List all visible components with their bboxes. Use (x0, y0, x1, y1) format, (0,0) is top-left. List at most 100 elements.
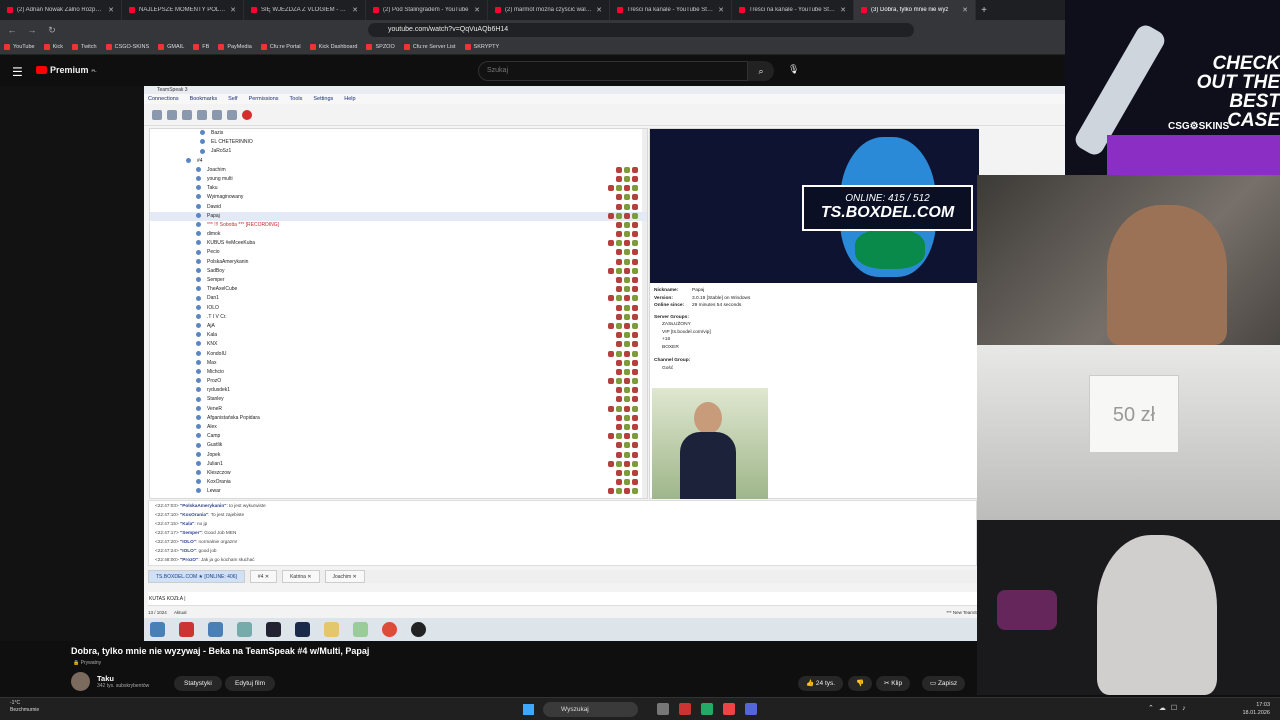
teamspeak-menu-item[interactable]: Connections (148, 94, 179, 104)
close-chat-icon[interactable]: ✕ (351, 574, 357, 580)
search-icon[interactable]: ⌕ (748, 61, 774, 81)
channel-tree-item[interactable]: AjA (150, 322, 647, 331)
channel-tree-item[interactable]: IOLO (150, 304, 647, 313)
bookmark-item[interactable]: SKRYPTY (464, 44, 499, 50)
bookmark-item[interactable]: Cfu:re Portal (260, 44, 301, 50)
clip-button[interactable]: ✂ Klip (876, 676, 911, 691)
channel-tree-item[interactable]: Jopek (150, 451, 647, 460)
channel-tree-item[interactable]: Kleszczow (150, 469, 647, 478)
channel-tree-item[interactable]: JaRoSz1 (150, 147, 647, 156)
channel-tree-item[interactable]: Dan1 (150, 294, 647, 303)
channel-tree-item[interactable]: Stanley (150, 395, 647, 404)
close-chat-icon[interactable]: ✕ (306, 574, 311, 580)
dislike-button[interactable]: 👎 (848, 676, 873, 691)
channel-tree-item[interactable]: Joachim (150, 166, 647, 175)
save-button[interactable]: ▭ Zapisz (922, 676, 966, 691)
app-icon[interactable] (745, 703, 757, 715)
browser-tab[interactable]: (2) marmot można czyścić walkiem ✕ (488, 0, 610, 20)
weather-widget[interactable]: -1°C Bezchmurnie (10, 700, 39, 714)
search-input[interactable]: Szukaj (478, 61, 748, 81)
menu-icon[interactable]: ☰ (12, 65, 23, 79)
close-tab-icon[interactable]: ✕ (596, 6, 602, 14)
bookmark-item[interactable]: FB (193, 44, 209, 50)
channel-tree-item[interactable]: Taku (150, 184, 647, 193)
channel-tree-item[interactable]: KUBUS #eMceeKuba (150, 239, 647, 248)
bookmark-item[interactable]: Kick (43, 44, 63, 50)
app-icon[interactable] (701, 703, 713, 715)
teamspeak-menu-item[interactable]: Self (228, 94, 237, 104)
channel-tree-item[interactable]: dimok (150, 230, 647, 239)
taskbar-search[interactable]: Wyszukaj (543, 702, 638, 717)
bookmark-item[interactable]: CSGO-SKINS (105, 44, 149, 50)
teamspeak-menu-item[interactable]: Bookmarks (190, 94, 218, 104)
chat-input[interactable]: KUTAS KOZŁA | (148, 592, 977, 606)
channel-tree-item[interactable]: ProzO (150, 377, 647, 386)
chat-tab[interactable]: #4 ✕ (249, 570, 278, 583)
channel-tree-item[interactable]: Camp (150, 432, 647, 441)
app-icon[interactable] (679, 703, 691, 715)
app-icon[interactable] (723, 703, 735, 715)
browser-tab[interactable]: Treści na kanale - YouTube Studio ✕ (732, 0, 854, 20)
channel-tree-item[interactable]: Pecio (150, 248, 647, 257)
teamspeak-menu-item[interactable]: Permissions (249, 94, 279, 104)
teamspeak-menu-item[interactable]: Settings (313, 94, 333, 104)
close-tab-icon[interactable]: ✕ (840, 6, 846, 14)
browser-tab[interactable]: (2) Pod Stalingradem - YouTube ✕ (366, 0, 488, 20)
channel-tree-item[interactable]: KondoIU (150, 350, 647, 359)
stats-button[interactable]: Statystyki (174, 676, 222, 691)
channel-tree-item[interactable]: #4 (150, 157, 647, 166)
reload-icon[interactable]: ↻ (44, 25, 60, 36)
channel-avatar[interactable] (71, 672, 90, 691)
channel-tree-item[interactable]: Gustlik (150, 441, 647, 450)
channel-tree-item[interactable]: Wyimaginowany (150, 193, 647, 202)
close-tab-icon[interactable]: ✕ (718, 6, 724, 14)
channel-tree-item[interactable]: Kala (150, 331, 647, 340)
channel-tree-item[interactable]: Dawid (150, 203, 647, 212)
close-tab-icon[interactable]: ✕ (230, 6, 236, 14)
channel-tree-item[interactable]: Bazis (150, 129, 647, 138)
channel-tree-item[interactable]: PolskaAmerykanin (150, 258, 647, 267)
chat-tab[interactable]: Katrina ✕ (282, 570, 320, 583)
like-button[interactable]: 👍 24 tys. (798, 676, 844, 691)
channel-tree-item[interactable]: rydusdek1 (150, 386, 647, 395)
microphone-icon[interactable]: 🎙 (788, 64, 799, 75)
bookmark-item[interactable]: Twitch (72, 44, 97, 50)
youtube-logo[interactable]: Premium PL (36, 65, 97, 75)
browser-tab[interactable]: (3) Dobra, tylko mnie nie wyz ✕ (854, 0, 976, 20)
bookmark-item[interactable]: SPZOO (366, 44, 395, 50)
channel-tree-item[interactable]: Afganistańska Popidara (150, 414, 647, 423)
browser-tab[interactable]: Treści na kanale - YouTube Studio ✕ (610, 0, 732, 20)
teamspeak-menu-item[interactable]: Help (344, 94, 355, 104)
clock[interactable]: 17:03 18.01.2026 (1242, 701, 1270, 717)
channel-tree-item[interactable]: VeneR (150, 405, 647, 414)
channel-tree-item[interactable]: Julian1 (150, 460, 647, 469)
channel-tree-item[interactable]: KoxOrania (150, 478, 647, 487)
channel-tree-item[interactable]: Max (150, 359, 647, 368)
bookmark-item[interactable]: YouTube (4, 44, 35, 50)
url-field[interactable]: youtube.com/watch?v=QqVuAQb6H14 (368, 23, 914, 37)
channel-tree-item[interactable]: Semper (150, 276, 647, 285)
channel-tree-item[interactable]: Alex (150, 423, 647, 432)
close-tab-icon[interactable]: ✕ (352, 6, 358, 14)
channel-tree-item[interactable]: Papaj (150, 211, 647, 221)
channel-tree-item[interactable]: SadBoy (150, 267, 647, 276)
close-tab-icon[interactable]: ✕ (108, 6, 114, 14)
bookmark-item[interactable]: PayMedia (218, 44, 252, 50)
system-tray[interactable]: ⌃☁☐♪ (1148, 704, 1191, 712)
back-icon[interactable]: ← (4, 25, 20, 35)
channel-tree-item[interactable]: .T I V Cr. (150, 313, 647, 322)
new-tab-icon[interactable]: + (976, 5, 992, 16)
channel-name[interactable]: Taku (97, 674, 149, 683)
browser-tab[interactable]: (2) Adrian Nowak Żalno Rozpakowa ✕ (0, 0, 122, 20)
close-tab-icon[interactable]: ✕ (962, 6, 968, 14)
app-icon[interactable] (657, 703, 669, 715)
channel-tree-item[interactable]: *** !!! Sobotta *** [RECORDING] (150, 221, 647, 230)
edit-video-button[interactable]: Edytuj film (225, 676, 275, 691)
bookmark-item[interactable]: Cfu:re Server List (403, 44, 456, 50)
channel-tree-item[interactable]: EL CHETERINNIO (150, 138, 647, 147)
close-tab-icon[interactable]: ✕ (474, 6, 480, 14)
bookmark-item[interactable]: GMAIL (158, 44, 184, 50)
chat-tab[interactable]: TS.BOXDEL.COM ★ [ONLINE: 406] (148, 570, 245, 583)
channel-tree-item[interactable]: TheAxelCube (150, 285, 647, 294)
close-chat-icon[interactable]: ✕ (263, 574, 269, 580)
